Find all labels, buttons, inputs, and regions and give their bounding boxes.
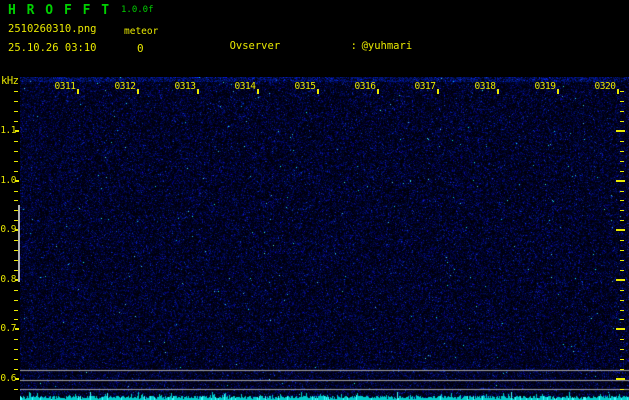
time-tick (137, 89, 139, 94)
freq-minor-tick-right (620, 269, 624, 271)
freq-minor-tick-right (620, 359, 624, 361)
time-label: 0315 (294, 81, 316, 92)
freq-minor-tick-right (620, 190, 624, 192)
time-label: 0313 (174, 81, 196, 92)
time-tick (197, 89, 199, 94)
freq-minor-tick-right (620, 101, 624, 103)
time-label: 0319 (534, 81, 556, 92)
output-filename: 2510260310.png (8, 23, 97, 35)
time-label: 0311 (54, 81, 76, 92)
freq-minor-tick-left (14, 388, 18, 390)
freq-minor-tick-right (620, 200, 624, 202)
freq-minor-tick-left (14, 170, 18, 172)
freq-minor-tick-left (14, 111, 18, 113)
freq-minor-tick-left (14, 299, 18, 301)
time-tick (617, 89, 619, 94)
freq-minor-tick-left (14, 140, 18, 142)
time-tick (77, 89, 79, 94)
time-label: 0317 (414, 81, 436, 92)
freq-major-tick-right (616, 179, 625, 182)
freq-minor-tick-right (620, 369, 624, 371)
freq-minor-tick-left (14, 200, 18, 202)
time-label: 0314 (234, 81, 256, 92)
freq-major-tick-right (616, 278, 625, 281)
freq-minor-tick-right (620, 299, 624, 301)
frequency-range-marker-bar (18, 205, 20, 282)
time-tick (557, 89, 559, 94)
freq-minor-tick-right (620, 259, 624, 261)
freq-major-tick-right (616, 229, 625, 232)
freq-minor-tick-left (14, 121, 18, 123)
freq-major-tick-left (15, 130, 19, 132)
freq-tick-label: 1.0 (0, 174, 16, 186)
time-tick (317, 89, 319, 94)
info-row-observer: Ovserver: @yuhmari (179, 27, 621, 65)
freq-minor-tick-right (620, 388, 624, 390)
freq-minor-tick-right (620, 240, 624, 242)
time-tick (257, 89, 259, 94)
time-label: 0316 (354, 81, 376, 92)
freq-minor-tick-left (14, 101, 18, 103)
echo-count: 0 (137, 42, 144, 55)
freq-minor-tick-left (14, 349, 18, 351)
app-version: 1.0.0f (121, 5, 154, 15)
time-label: 0312 (114, 81, 136, 92)
freq-tick-label: 0.7 (0, 323, 16, 335)
datetime-label: 25.10.26 03:10 (8, 42, 97, 54)
freq-minor-tick-right (620, 220, 624, 222)
hrofft-output-window: H R O F F T 1.0.0f 2510260310.png meteor… (0, 0, 629, 400)
time-tick (437, 89, 439, 94)
freq-minor-tick-right (620, 319, 624, 321)
freq-minor-tick-right (620, 289, 624, 291)
app-title: H R O F F T (8, 3, 111, 18)
freq-minor-tick-left (14, 339, 18, 341)
freq-minor-tick-right (620, 309, 624, 311)
freq-minor-tick-right (620, 170, 624, 172)
freq-minor-tick-right (620, 210, 624, 212)
freq-major-tick-left (15, 179, 19, 182)
freq-minor-tick-left (14, 190, 18, 192)
freq-minor-tick-left (14, 359, 18, 361)
freq-minor-tick-left (14, 319, 18, 321)
freq-minor-tick-right (620, 111, 624, 113)
info-label: Ovserver (229, 39, 281, 52)
freq-minor-tick-right (620, 339, 624, 341)
freq-major-tick-right (616, 378, 625, 380)
time-tick (377, 89, 379, 94)
spectrogram-canvas (20, 77, 629, 400)
info-separator: : (350, 39, 357, 52)
frequency-unit-label: kHz (1, 75, 19, 87)
freq-minor-tick-right (620, 349, 624, 351)
freq-minor-tick-left (14, 150, 18, 152)
freq-minor-tick-right (620, 121, 624, 123)
freq-minor-tick-left (14, 160, 18, 162)
time-label: 0320 (594, 81, 616, 92)
freq-tick-label: 0.8 (0, 273, 16, 285)
freq-minor-tick-left (14, 309, 18, 311)
freq-minor-tick-left (14, 369, 18, 371)
freq-minor-tick-left (14, 289, 18, 291)
freq-major-tick-left (15, 328, 19, 331)
time-label: 0318 (474, 81, 496, 92)
freq-minor-tick-right (620, 150, 624, 152)
freq-tick-label: 1.1 (0, 125, 16, 136)
mode-label: meteor (124, 26, 159, 37)
freq-major-tick-left (15, 378, 19, 380)
freq-minor-tick-right (620, 250, 624, 252)
freq-major-tick-right (616, 130, 625, 132)
freq-tick-label: 0.9 (0, 224, 16, 236)
freq-tick-label: 0.6 (0, 373, 16, 384)
info-value: @yuhmari (361, 39, 413, 52)
freq-minor-tick-left (14, 91, 18, 93)
freq-minor-tick-right (620, 140, 624, 142)
freq-major-tick-right (616, 328, 625, 331)
freq-minor-tick-right (620, 160, 624, 162)
time-tick (497, 89, 499, 94)
